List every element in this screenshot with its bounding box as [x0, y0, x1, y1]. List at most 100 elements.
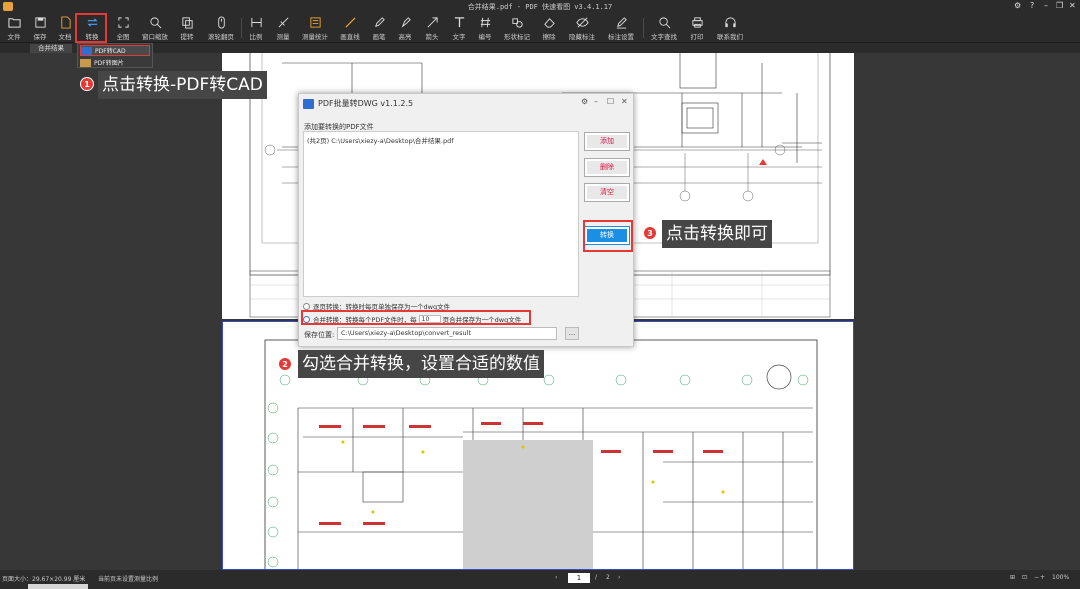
shape-icon: [511, 18, 523, 28]
dialog-maximize-icon[interactable]: ☐: [607, 97, 614, 106]
toolbar-file-button[interactable]: 文件: [4, 13, 24, 43]
toolbar-line-button[interactable]: 画直线: [338, 13, 362, 43]
convert-dropdown-menu: PDF转CAD PDF转图片: [77, 43, 153, 68]
copy-icon: [181, 17, 193, 29]
minimize-icon[interactable]: –: [1044, 1, 1048, 10]
toolbar-highlight-button[interactable]: 高亮: [394, 13, 416, 43]
toolbar-mark-settings-label: 标注设置: [608, 33, 634, 41]
toolbar-arrow-button[interactable]: 箭头: [421, 13, 443, 43]
status-bar: 页面大小：29.67×20.99 厘米 当前页未设置测量比例 ‹ 1 / 2 ›…: [0, 570, 1080, 589]
delete-button[interactable]: 删除: [584, 158, 630, 177]
step-callout-2: 勾选合并转换，设置合适的数值: [298, 350, 544, 378]
convert-button-highlight-box: [583, 220, 633, 252]
toolbar-fullscreen-button[interactable]: 全图: [112, 13, 134, 43]
zoom-in-icon[interactable]: +: [1040, 574, 1045, 581]
toolbar-copy-button[interactable]: 提转: [176, 13, 198, 43]
toolbar-find-text-label: 文字查找: [651, 33, 677, 41]
toolbar-measure-stats-label: 测量统计: [302, 33, 328, 41]
toolbar-highlight-label: 高亮: [398, 33, 412, 41]
toolbar-erase-label: 擦除: [542, 33, 556, 41]
step-callout-3: 点击转换即可: [662, 220, 772, 248]
menu-item-pdf-to-image[interactable]: PDF转图片: [80, 57, 150, 68]
horizontal-scrollbar-thumb[interactable]: [28, 584, 88, 589]
fullscreen-icon: [117, 17, 129, 28]
pdf-to-dwg-dialog: PDF批量转DWG v1.1.2.5 ⚙ – ☐ ✕ 添加要转换的PDF文件 (…: [298, 93, 634, 347]
arrow-icon: [427, 17, 438, 28]
settings-gear-icon[interactable]: ⚙: [1014, 1, 1021, 10]
toolbar-scale-label: 比例: [249, 33, 263, 41]
restore-icon[interactable]: ❐: [1056, 1, 1063, 10]
toolbar-mouse-page-button[interactable]: 滚轮翻页: [205, 13, 237, 43]
toolbar-contact-button[interactable]: 联系我们: [713, 13, 747, 43]
dialog-minimize-icon[interactable]: –: [594, 97, 598, 106]
dialog-title-text: PDF批量转DWG v1.1.2.5: [318, 99, 414, 108]
single-page-radio[interactable]: [303, 302, 310, 310]
headset-icon: [724, 17, 736, 28]
toolbar-contact-label: 联系我们: [717, 33, 743, 41]
current-page-input[interactable]: 1: [568, 573, 590, 583]
step-badge-1: 1: [80, 77, 94, 91]
file-list-item[interactable]: (共2页) C:\Users\xiezy-a\Desktop\合并结果.pdf: [307, 135, 454, 145]
zoom-out-icon[interactable]: −: [1034, 574, 1039, 581]
toolbar-number-button[interactable]: 编号: [474, 13, 496, 43]
help-icon[interactable]: ?: [1030, 1, 1034, 10]
fit-icon[interactable]: ⊡: [1022, 574, 1027, 581]
toolbar-measure-label: 测量: [276, 33, 290, 41]
stats-icon: [309, 17, 321, 28]
page-separator: /: [595, 574, 598, 581]
toolbar-shape-mark-button[interactable]: 形状标记: [500, 13, 534, 43]
total-pages: 2: [606, 574, 610, 581]
close-icon[interactable]: ✕: [1069, 1, 1076, 10]
toolbar-pen-button[interactable]: 画笔: [368, 13, 390, 43]
toolbar-line-label: 画直线: [340, 33, 360, 41]
save-location-label: 保存位置:: [304, 331, 335, 339]
toolbar-measure-button[interactable]: 测量: [272, 13, 294, 43]
toolbar-text-button[interactable]: 文字: [448, 13, 470, 43]
toolbar-hide-mark-label: 隐藏标注: [569, 33, 595, 41]
ruler-icon: [250, 17, 262, 28]
toolbar-hide-mark-button[interactable]: 隐藏标注: [565, 13, 599, 43]
window-title: 合并结果.pdf - PDF 快速看图 v3.4.1.17: [467, 3, 613, 11]
prev-page-icon[interactable]: ‹: [555, 574, 557, 581]
toolbar-number-label: 编号: [478, 33, 492, 41]
mouse-icon: [217, 16, 225, 29]
dialog-close-icon[interactable]: ✕: [621, 97, 628, 106]
page-size-status: 页面大小：29.67×20.99 厘米: [2, 576, 86, 583]
toolbar-window-zoom-button[interactable]: 窗口缩放: [140, 13, 170, 43]
toolbar-arrow-label: 箭头: [425, 33, 439, 41]
toolbar-doc-button[interactable]: 文档: [55, 13, 75, 43]
text-icon: [454, 17, 464, 28]
tab-merged-result[interactable]: 合并结果: [30, 44, 72, 53]
toolbar-pen-label: 画笔: [372, 33, 386, 41]
highlighter-icon: [401, 17, 411, 28]
number-icon: [480, 17, 490, 28]
title-bar: 合并结果.pdf - PDF 快速看图 v3.4.1.17 ⚙ ? – ❐ ✕: [0, 0, 1080, 13]
dialog-title: PDF批量转DWG v1.1.2.5: [303, 98, 413, 109]
step-badge-3: 3: [643, 226, 657, 240]
dialog-settings-icon[interactable]: ⚙: [581, 97, 588, 106]
search-icon: [658, 17, 670, 29]
menu-item-pdf-to-cad[interactable]: PDF转CAD: [80, 45, 150, 56]
toolbar-fullscreen-label: 全图: [116, 33, 130, 41]
toolbar-find-text-button[interactable]: 文字查找: [647, 13, 681, 43]
toolbar-print-button[interactable]: 打印: [686, 13, 708, 43]
dwg-app-icon: [303, 98, 314, 109]
add-button[interactable]: 添加: [584, 132, 630, 151]
next-page-icon[interactable]: ›: [618, 574, 620, 581]
clear-button[interactable]: 清空: [584, 183, 630, 202]
toolbar-doc-label: 文档: [58, 33, 72, 41]
toolbar-scale-button[interactable]: 比例: [246, 13, 266, 43]
pdf-file-list[interactable]: (共2页) C:\Users\xiezy-a\Desktop\合并结果.pdf: [303, 131, 579, 297]
toolbar-mark-settings-button[interactable]: 标注设置: [604, 13, 638, 43]
eye-off-icon: [575, 17, 589, 28]
measure-icon: [278, 17, 288, 28]
save-path-field[interactable]: C:\Users\xiezy-a\Desktop\convert_result: [337, 327, 557, 340]
view-mode-icon[interactable]: ⊞: [1010, 574, 1015, 581]
toolbar-erase-button[interactable]: 擦除: [538, 13, 560, 43]
toolbar-measure-stats-button[interactable]: 测量统计: [300, 13, 330, 43]
toolbar-save-button[interactable]: 保存: [30, 13, 50, 43]
zoom-icon: [149, 17, 161, 29]
browse-button[interactable]: ...: [565, 327, 579, 340]
zoom-level: 100%: [1052, 574, 1070, 581]
image-file-icon: [80, 58, 91, 67]
